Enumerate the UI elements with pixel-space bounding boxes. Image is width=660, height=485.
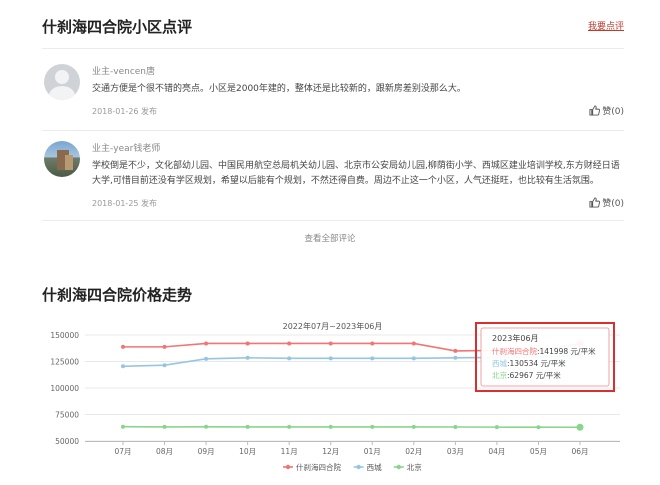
legend-label: 什刹海四合院 — [296, 462, 341, 472]
like-count: 赞(0) — [602, 199, 624, 209]
x-tick-label: 02月 — [405, 447, 422, 456]
tooltip-row: 什刹海四合院:141998 元/平米 — [492, 346, 596, 356]
review-date: 2018-01-25 发布 — [92, 199, 158, 208]
data-point[interactable] — [494, 425, 499, 430]
x-tick-label: 10月 — [239, 447, 256, 456]
legend-marker-dot — [396, 464, 401, 470]
x-tick-label: 06月 — [571, 447, 588, 456]
data-point[interactable] — [204, 424, 209, 429]
reviewer-name[interactable]: 业主-year钱老师 — [92, 141, 160, 154]
data-point[interactable] — [162, 344, 167, 349]
y-tick-label: 100000 — [50, 384, 79, 393]
divider — [42, 220, 624, 221]
x-tick-label: 08月 — [156, 447, 173, 456]
data-point[interactable] — [121, 364, 125, 369]
thumbs-up-icon — [589, 105, 601, 116]
review-date: 2018-01-26 发布 — [92, 107, 158, 116]
tooltip-row: 北京:62967 元/平米 — [492, 370, 561, 380]
data-point[interactable] — [370, 341, 375, 346]
x-tick-label: 04月 — [488, 447, 505, 456]
avatar[interactable] — [44, 64, 80, 100]
price-trend-title: 什刹海四合院价格走势 — [42, 286, 193, 304]
like-button[interactable]: 赞(0) — [589, 196, 624, 209]
x-tick-label: 12月 — [322, 447, 339, 456]
like-button[interactable]: 赞(0) — [589, 104, 624, 117]
data-point[interactable] — [370, 424, 375, 429]
tooltip-title: 2023年06月 — [492, 333, 539, 343]
data-point[interactable] — [287, 424, 292, 429]
data-point[interactable] — [245, 355, 250, 360]
legend-marker-dot — [356, 464, 361, 470]
x-tick-label: 03月 — [447, 447, 464, 456]
legend-marker-dot — [285, 464, 291, 470]
data-point[interactable] — [328, 424, 333, 429]
data-point[interactable] — [287, 356, 292, 361]
data-point[interactable] — [411, 341, 416, 346]
review-item: 业主-vencen唐 交通方便是个很不错的亮点。小区是2000年建的，整体还是比… — [42, 64, 624, 124]
data-point[interactable] — [576, 423, 584, 431]
x-tick-label: 07月 — [114, 447, 131, 456]
data-point[interactable] — [287, 341, 292, 346]
x-tick-label: 09月 — [198, 447, 215, 456]
data-point[interactable] — [204, 356, 209, 361]
data-point[interactable] — [370, 356, 375, 361]
view-all-comments-link[interactable]: 查看全部评论 — [304, 234, 355, 244]
avatar[interactable] — [44, 141, 80, 177]
data-point[interactable] — [328, 356, 333, 361]
legend-label: 西城 — [367, 463, 382, 472]
chart-title: 2022年07月~2023年06月 — [283, 321, 383, 331]
review-text: 交通方便是个很不错的亮点。小区是2000年建的，整体还是比较新的，跟新房差别没那… — [92, 84, 466, 94]
reviewer-name[interactable]: 业主-vencen唐 — [92, 64, 155, 77]
data-point[interactable] — [411, 424, 416, 429]
review-text: 学校倒是不少，文化部幼儿园、中国民用航空总局机关幼儿园、北京市公安局幼儿园,柳荫… — [92, 161, 620, 186]
y-tick-label: 150000 — [50, 331, 79, 340]
write-review-link[interactable]: 我要点评 — [588, 19, 624, 32]
data-point[interactable] — [204, 341, 209, 346]
data-point[interactable] — [411, 356, 416, 361]
reviews-title: 什刹海四合院小区点评 — [42, 18, 193, 36]
data-point[interactable] — [245, 424, 250, 429]
data-point[interactable] — [245, 341, 250, 346]
y-tick-label: 75000 — [55, 411, 79, 420]
like-count: 赞(0) — [602, 107, 624, 117]
x-tick-label: 05月 — [530, 447, 547, 456]
divider — [42, 130, 624, 131]
data-point[interactable] — [328, 341, 333, 346]
y-tick-label: 125000 — [50, 358, 79, 367]
data-point[interactable] — [453, 348, 458, 353]
data-point[interactable] — [536, 425, 541, 430]
x-tick-label: 01月 — [364, 447, 381, 456]
data-point[interactable] — [453, 355, 458, 360]
view-all-comments-container: 查看全部评论 — [0, 232, 660, 244]
divider — [42, 48, 624, 49]
data-point[interactable] — [162, 424, 167, 429]
legend-label: 北京 — [407, 462, 422, 472]
y-tick-label: 50000 — [55, 437, 79, 446]
tooltip-row: 西城:130534 元/平米 — [492, 358, 566, 368]
price-trend-chart: 2022年07月~2023年06月 150000 125000 100000 75000… — [50, 321, 620, 472]
review-item: 业主-year钱老师 学校倒是不少，文化部幼儿园、中国民用航空总局机关幼儿园、北… — [42, 141, 624, 211]
data-point[interactable] — [162, 363, 167, 368]
x-tick-label: 11月 — [281, 447, 298, 456]
series-line — [122, 425, 581, 429]
data-point[interactable] — [453, 425, 458, 430]
data-point[interactable] — [121, 424, 125, 429]
data-point[interactable] — [121, 344, 125, 349]
thumbs-up-icon — [589, 197, 601, 208]
